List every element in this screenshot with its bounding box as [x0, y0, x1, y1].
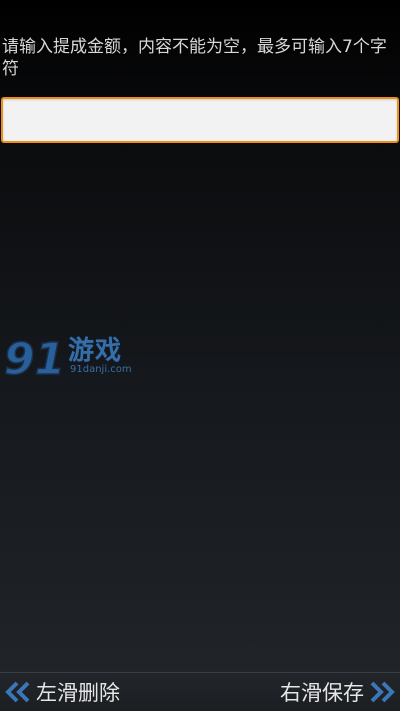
swipe-delete-button[interactable]: 左滑删除: [4, 673, 120, 711]
commission-amount-input[interactable]: [1, 97, 399, 143]
input-prompt-label: 请输入提成金额，内容不能为空，最多可输入7个字符: [2, 37, 387, 79]
watermark-logo: 91 游戏 91danji.com: [4, 330, 136, 382]
watermark-91-icon: 91: [4, 333, 66, 380]
swipe-save-label: 右滑保存: [280, 681, 364, 705]
swipe-delete-label: 左滑删除: [36, 681, 120, 705]
swipe-save-button[interactable]: 右滑保存: [280, 673, 396, 711]
double-chevron-right-icon: [370, 681, 395, 703]
watermark-brand: 游戏: [68, 336, 123, 366]
watermark-url: 91danji.com: [70, 364, 132, 375]
svg-text:91: 91: [4, 334, 65, 380]
double-chevron-left-icon: [5, 681, 30, 703]
bottom-swipe-bar: 左滑删除 右滑保存: [0, 672, 400, 711]
